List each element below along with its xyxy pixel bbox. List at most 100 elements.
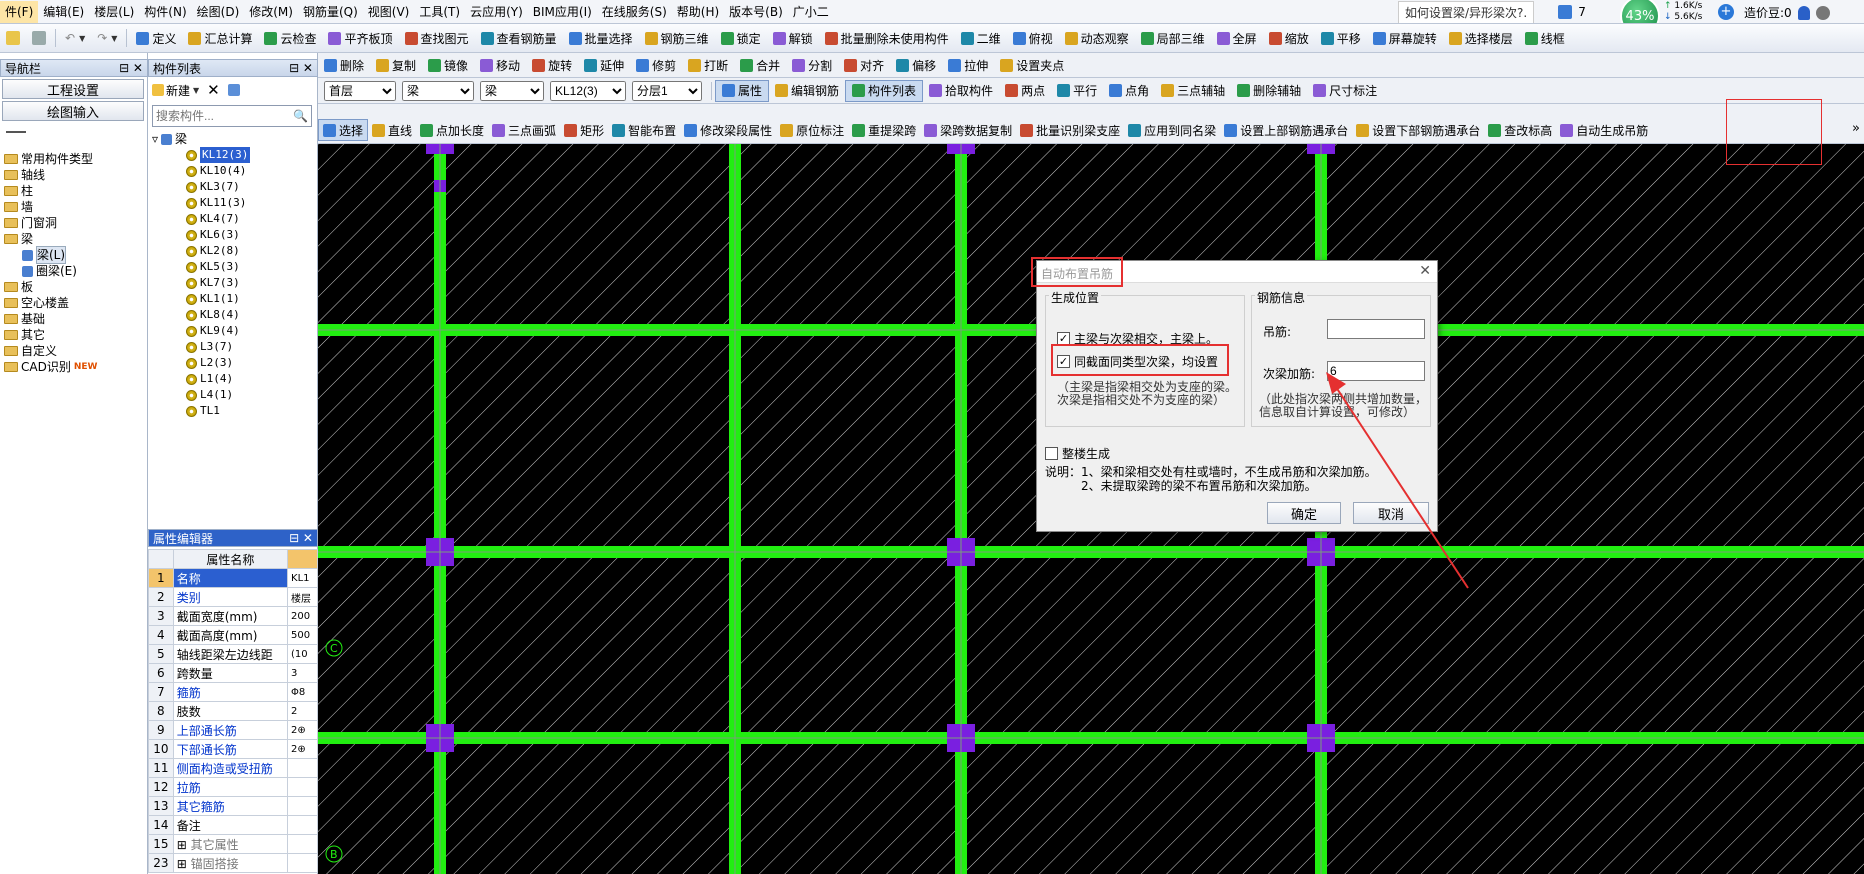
toolbar1-item-18[interactable]: 屏幕旋转 (1367, 27, 1443, 49)
property-row[interactable]: 15 ⊞ 其它属性 (148, 834, 318, 854)
floor-select[interactable]: 首层 (324, 80, 396, 101)
nav-item-10[interactable]: 基础 (0, 311, 148, 327)
toolbar4-item-14[interactable]: 查改标高 (1484, 119, 1556, 141)
property-row[interactable]: 2 类别 楼层 (148, 587, 318, 607)
toolbar3-item-8[interactable]: 删除辅轴 (1231, 80, 1307, 102)
redo-icon[interactable]: ↷ ▼ (91, 27, 123, 49)
toolbar2-item-13[interactable]: 设置夹点 (994, 54, 1070, 76)
property-row[interactable]: 14 备注 (148, 815, 318, 835)
toolbar3-item-5[interactable]: 平行 (1051, 80, 1103, 102)
property-row-value[interactable] (287, 834, 318, 854)
property-row-value[interactable]: 500 (287, 625, 318, 645)
property-row[interactable]: 23 ⊞ 锚固搭接 (148, 853, 318, 873)
property-row-value[interactable] (287, 758, 318, 778)
toolbar4-item-15[interactable]: 自动生成吊筋 (1556, 119, 1652, 141)
copy-icon[interactable] (227, 84, 240, 96)
toolbar2-item-12[interactable]: 拉伸 (942, 54, 994, 76)
property-row[interactable]: 8 肢数 2 (148, 701, 318, 721)
menu-item-5[interactable]: 修改(M) (244, 1, 298, 23)
new-button[interactable]: 新建 ▼ (152, 82, 199, 99)
property-row[interactable]: 7 箍筋 Φ8 (148, 682, 318, 702)
toolbar2-item-5[interactable]: 延伸 (578, 54, 630, 76)
property-row-value[interactable]: 2⊕ (287, 739, 318, 759)
toolbar2-item-11[interactable]: 偏移 (890, 54, 942, 76)
expand-icon[interactable]: ⊞ (177, 857, 191, 871)
property-row[interactable]: 10 下部通长筋 2⊕ (148, 739, 318, 759)
toolbar2-item-6[interactable]: 修剪 (630, 54, 682, 76)
menu-item-6[interactable]: 钢筋量(Q) (298, 1, 363, 23)
property-row-value[interactable] (287, 777, 318, 797)
toolbar4-item-6[interactable]: 修改梁段属性 (680, 119, 776, 141)
component-tree-root[interactable]: ▿ 梁 (152, 131, 316, 147)
toolbar1-item-0[interactable]: 定义 (130, 27, 182, 49)
toolbar1-item-17[interactable]: 平移 (1315, 27, 1367, 49)
delete-icon[interactable]: ✕ (207, 81, 220, 99)
toolbar1-item-2[interactable]: 云检查 (258, 27, 322, 49)
toolbar4-item-12[interactable]: 设置上部钢筋遇承台 (1220, 119, 1352, 141)
component-item-12[interactable]: L3(7) (152, 339, 316, 355)
dialog-close-icon[interactable]: ✕ (1419, 263, 1431, 279)
nav-item-5[interactable]: 梁 (0, 231, 148, 247)
toolbar1-item-10[interactable]: 批量删除未使用构件 (819, 27, 955, 49)
component-item-2[interactable]: KL3(7) (152, 179, 316, 195)
property-row[interactable]: 6 跨数量 3 (148, 663, 318, 683)
toolbar3-item-6[interactable]: 点角 (1103, 80, 1155, 102)
toolbar2-item-9[interactable]: 分割 (786, 54, 838, 76)
property-row-value[interactable]: Φ8 (287, 682, 318, 702)
nav-item-11[interactable]: 其它 (0, 327, 148, 343)
toolbar3-item-7[interactable]: 三点辅轴 (1155, 80, 1231, 102)
hanger-input[interactable] (1327, 319, 1425, 339)
new-file-icon[interactable] (0, 27, 26, 49)
toolbar1-item-1[interactable]: 汇总计算 (182, 27, 258, 49)
nav-item-12[interactable]: 自定义 (0, 343, 148, 359)
property-row[interactable]: 5 轴线距梁左边线距 (10 (148, 644, 318, 664)
component-item-11[interactable]: KL9(4) (152, 323, 316, 339)
nav-item-13[interactable]: CAD识别 NEW (0, 359, 148, 375)
more-tools-icon[interactable]: » (1852, 121, 1860, 136)
toolbar1-item-16[interactable]: 缩放 (1263, 27, 1315, 49)
toolbar1-item-12[interactable]: 俯视 (1007, 27, 1059, 49)
toolbar2-item-4[interactable]: 旋转 (526, 54, 578, 76)
menu-item-4[interactable]: 绘图(D) (192, 1, 245, 23)
component-item-14[interactable]: L1(4) (152, 371, 316, 387)
nav-item-8[interactable]: 板 (0, 279, 148, 295)
property-row-value[interactable]: KL1 (287, 568, 318, 588)
draw-input-button[interactable]: 绘图输入 (2, 101, 144, 121)
component-item-10[interactable]: KL8(4) (152, 307, 316, 323)
toolbar2-item-8[interactable]: 合并 (734, 54, 786, 76)
toolbar1-item-15[interactable]: 全屏 (1211, 27, 1263, 49)
collapse-icon[interactable]: ▿ (152, 131, 158, 147)
toolbar1-item-4[interactable]: 查找图元 (399, 27, 475, 49)
toolbar1-item-6[interactable]: 批量选择 (563, 27, 639, 49)
component-item-5[interactable]: KL6(3) (152, 227, 316, 243)
property-row[interactable]: 3 截面宽度(mm) 200 (148, 606, 318, 626)
toolbar2-item-0[interactable]: 删除 (318, 54, 370, 76)
property-row[interactable]: 1 名称 KL1 (148, 568, 318, 588)
menu-item-13[interactable]: 版本号(B) (724, 1, 788, 23)
save-icon[interactable] (26, 27, 52, 49)
component-item-6[interactable]: KL2(8) (152, 243, 316, 259)
property-row-value[interactable] (287, 796, 318, 816)
menu-item-11[interactable]: 在线服务(S) (597, 1, 672, 23)
component-item-9[interactable]: KL1(1) (152, 291, 316, 307)
toolbar1-item-8[interactable]: 锁定 (715, 27, 767, 49)
property-row[interactable]: 12 拉筋 (148, 777, 318, 797)
toolbar4-item-11[interactable]: 应用到同名梁 (1124, 119, 1220, 141)
nav-item-4[interactable]: 门窗洞 (0, 215, 148, 231)
layer-select[interactable]: 分层1 (632, 80, 702, 101)
nav-item-9[interactable]: 空心楼盖 (0, 295, 148, 311)
toolbar2-item-2[interactable]: 镜像 (422, 54, 474, 76)
toolbar2-item-1[interactable]: 复制 (370, 54, 422, 76)
nav-item-2[interactable]: 柱 (0, 183, 148, 199)
property-row-value[interactable]: 2⊕ (287, 720, 318, 740)
toolbar3-item-2[interactable]: 构件列表 (845, 79, 924, 102)
property-row[interactable]: 13 其它箍筋 (148, 796, 318, 816)
user-icon[interactable] (1558, 5, 1573, 19)
component-item-0[interactable]: KL12(3) (152, 147, 316, 163)
toolbar3-item-3[interactable]: 拾取构件 (923, 80, 999, 102)
menu-item-9[interactable]: 云应用(Y) (465, 1, 528, 23)
toolbar1-item-13[interactable]: 动态观察 (1059, 27, 1135, 49)
toolbar1-item-3[interactable]: 平齐板顶 (322, 27, 398, 49)
nav-item-1[interactable]: 轴线 (0, 167, 148, 183)
property-row[interactable]: 11 侧面构造或受扭筋 (148, 758, 318, 778)
